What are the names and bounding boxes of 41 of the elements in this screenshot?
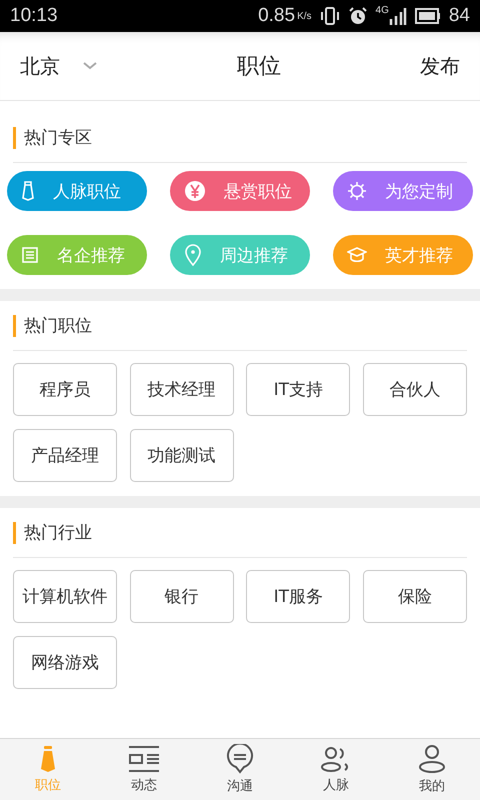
- section-title: 热门专区: [13, 126, 92, 148]
- tab-item[interactable]: 我的: [384, 739, 480, 800]
- yen-icon: [184, 180, 206, 202]
- gear-icon: [347, 181, 367, 201]
- tab-item[interactable]: 动态: [96, 739, 192, 800]
- tag-button[interactable]: 合伙人: [362, 363, 467, 416]
- city-selector[interactable]: 北京: [20, 52, 60, 80]
- chat-icon: [226, 744, 254, 774]
- tag-button[interactable]: 网络游戏: [13, 636, 117, 689]
- tie-icon: [40, 745, 56, 773]
- network-speed: 0.85: [258, 5, 296, 27]
- vibrate-icon: [320, 6, 340, 26]
- tag-button[interactable]: 保险: [362, 570, 467, 623]
- tag-button[interactable]: 计算机软件: [13, 570, 117, 623]
- battery-icon: [414, 8, 441, 24]
- location-pin-icon: [184, 244, 202, 266]
- tag-button[interactable]: 银行: [130, 570, 234, 623]
- tag-button[interactable]: 功能测试: [130, 429, 234, 482]
- battery-level: 84: [448, 5, 470, 27]
- tab-item[interactable]: 人脉: [288, 739, 384, 800]
- person-icon: [418, 744, 446, 774]
- section-title: 热门职位: [13, 314, 92, 336]
- clock-time: 10:13: [10, 5, 58, 27]
- tag-button[interactable]: IT服务: [246, 570, 350, 623]
- graduation-cap-icon: [347, 246, 367, 264]
- tab-item[interactable]: 沟通: [192, 739, 288, 800]
- tie-icon: [21, 181, 35, 201]
- page-title: 职位: [236, 53, 282, 81]
- speed-unit: K/s: [297, 10, 312, 22]
- network-type: 4G: [376, 5, 389, 16]
- list-icon: [21, 246, 39, 264]
- publish-link[interactable]: 发布: [420, 52, 460, 80]
- tag-button[interactable]: 技术经理: [130, 363, 234, 416]
- news-icon: [128, 745, 160, 773]
- tag-button[interactable]: IT支持: [246, 363, 350, 416]
- chevron-down-icon[interactable]: [82, 61, 98, 71]
- section-title: 热门行业: [13, 522, 92, 544]
- alarm-icon: [348, 6, 368, 26]
- signal-icon: [388, 7, 407, 25]
- tag-button[interactable]: 程序员: [13, 363, 117, 416]
- tag-button[interactable]: 产品经理: [13, 429, 117, 482]
